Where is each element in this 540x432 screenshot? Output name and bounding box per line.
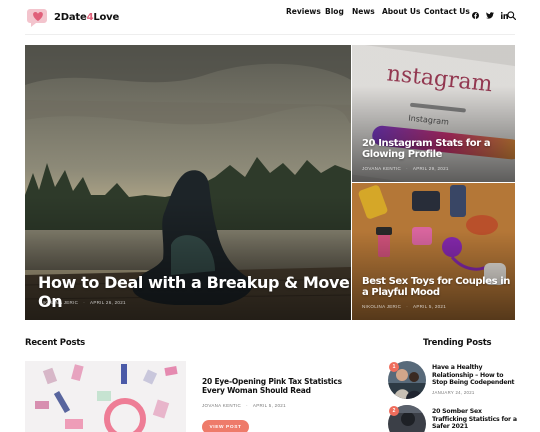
nav-reviews[interactable]: Reviews: [286, 7, 321, 16]
featured-post-main[interactable]: How to Deal with a Breakup & Move On NIK…: [25, 45, 351, 320]
featured-main-meta: NIKOLINA JERIC · APRIL 26, 2021: [39, 300, 126, 305]
social-links: [472, 12, 508, 19]
nav-blog[interactable]: Blog: [325, 7, 344, 16]
author-name[interactable]: JOVANA KENTIC: [362, 166, 401, 171]
recent-post-thumbnail[interactable]: [25, 361, 186, 432]
heart-chat-icon: [26, 6, 50, 28]
featured-main-title[interactable]: How to Deal with a Breakup & Move On: [38, 273, 351, 311]
nav-about-us[interactable]: About Us: [382, 7, 420, 16]
post-date: APRIL 29, 2021: [412, 166, 449, 171]
search-icon[interactable]: [507, 11, 516, 20]
featured-post-instagram[interactable]: nstagram Instagram 20 Instagram Stats fo…: [352, 45, 515, 182]
featured-posts: How to Deal with a Breakup & Move On NIK…: [25, 45, 515, 320]
site-header: 2Date4Love Reviews Blog News About Us Co…: [0, 0, 540, 34]
featured-instagram-meta: JOVANA KENTIC · APRIL 29, 2021: [362, 166, 449, 171]
featured-toys-meta: NIKOLINA JERIC · APRIL 5, 2021: [362, 304, 447, 309]
pink-tax-image: [25, 361, 186, 432]
featured-post-toys[interactable]: Best Sex Toys for Couples in a Playful M…: [352, 183, 515, 320]
facebook-icon[interactable]: [472, 12, 479, 19]
trending-rank-badge: 1: [389, 362, 399, 372]
toys-flatlay-image: [352, 183, 515, 320]
trending-item[interactable]: 2 20 Somber Sex Trafficking Statistics f…: [388, 405, 518, 432]
twitter-icon[interactable]: [486, 12, 494, 19]
instagram-page-image: nstagram Instagram: [352, 45, 515, 182]
recent-post-title[interactable]: 20 Eye-Opening Pink Tax Statistics Every…: [202, 377, 367, 395]
recent-post-meta: JOVANA KENTIC · APRIL 5, 2021: [202, 403, 286, 408]
logo-text: 2Date4Love: [54, 11, 120, 23]
header-divider: [25, 34, 515, 35]
post-date: APRIL 5, 2021: [252, 403, 286, 408]
post-date: APRIL 5, 2021: [413, 304, 447, 309]
featured-toys-title[interactable]: Best Sex Toys for Couples in a Playful M…: [362, 276, 512, 298]
nav-contact-us[interactable]: Contact Us: [424, 7, 470, 16]
view-post-button[interactable]: VIEW POST: [202, 420, 249, 432]
author-name[interactable]: JOVANA KENTIC: [202, 403, 241, 408]
recent-posts-heading: Recent Posts: [25, 338, 86, 348]
nav-news[interactable]: News: [352, 7, 375, 16]
trending-rank-badge: 2: [389, 406, 399, 416]
trending-posts-heading: Trending Posts: [423, 338, 492, 348]
site-logo[interactable]: 2Date4Love: [26, 6, 119, 28]
trending-item[interactable]: 1 Have a Healthy Relationship – How to S…: [388, 361, 518, 401]
trending-title[interactable]: 20 Somber Sex Trafficking Statistics for…: [432, 408, 518, 431]
author-name[interactable]: NIKOLINA JERIC: [362, 304, 401, 309]
author-name[interactable]: NIKOLINA JERIC: [39, 300, 78, 305]
trending-title[interactable]: Have a Healthy Relationship – How to Sto…: [432, 364, 518, 387]
post-date: APRIL 26, 2021: [90, 300, 126, 305]
trending-date: JANUARY 24, 2021: [432, 390, 475, 395]
featured-instagram-title[interactable]: 20 Instagram Stats for a Glowing Profile: [362, 138, 512, 160]
